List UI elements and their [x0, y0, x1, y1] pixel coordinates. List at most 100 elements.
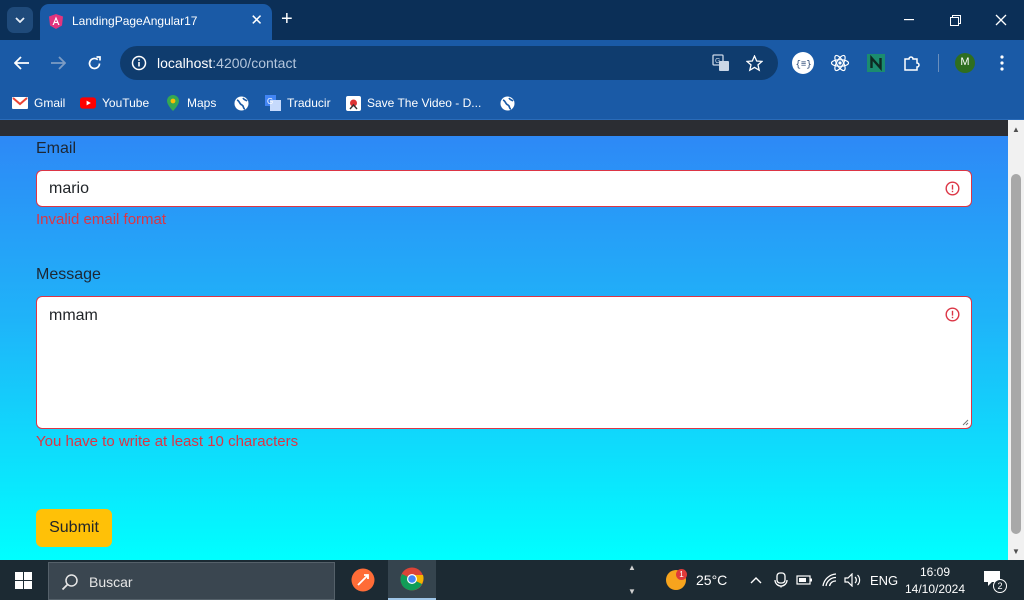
bookmark-label: Save The Video - D...	[367, 96, 482, 110]
bookmark-globe-2[interactable]	[499, 93, 521, 113]
email-field[interactable]: mario	[36, 170, 972, 207]
svg-text:{≡}: {≡}	[796, 60, 812, 70]
close-icon	[995, 14, 1007, 26]
page-viewport: Email mario Invalid email format Message…	[0, 120, 1008, 560]
react-devtools-extension-icon[interactable]	[828, 51, 852, 75]
windows-start-icon[interactable]	[15, 572, 32, 589]
chevron-up-icon	[750, 577, 762, 584]
globe-icon	[233, 95, 249, 111]
site-info-icon[interactable]	[129, 53, 149, 73]
search-icon	[61, 574, 78, 591]
taskbar-overflow-arrows[interactable]: ▲ ▼	[624, 560, 640, 600]
bookmark-label: Maps	[187, 96, 217, 110]
email-error: Invalid email format	[36, 211, 167, 228]
message-label: Message	[36, 266, 101, 283]
title-bar: LandingPageAngular17 ✕ +	[0, 0, 1024, 40]
url-text[interactable]: localhost:4200/contact	[157, 55, 296, 71]
weather-temp: 25°C	[696, 572, 728, 588]
resize-grip-icon[interactable]	[961, 418, 969, 426]
browser-toolbar: localhost:4200/contact G {≡} M	[0, 40, 1024, 86]
submit-button[interactable]: Submit	[36, 509, 112, 547]
tab-title: LandingPageAngular17	[72, 14, 198, 28]
clock-date: 14/10/2024	[904, 582, 966, 596]
message-error: You have to write at least 10 characters	[36, 433, 299, 450]
taskbar-search-box[interactable]: Buscar	[48, 562, 335, 600]
active-tab[interactable]: LandingPageAngular17 ✕	[40, 4, 272, 40]
tray-battery-icon[interactable]	[796, 560, 813, 600]
translate-icon: G	[265, 95, 281, 111]
tray-language[interactable]: ENG	[870, 560, 898, 600]
bookmark-maps[interactable]: Maps	[165, 93, 216, 113]
bookmark-star-icon[interactable]	[744, 53, 764, 73]
arrow-left-icon	[14, 56, 29, 70]
new-tab-button[interactable]: +	[281, 9, 293, 29]
scroll-thumb[interactable]	[1011, 174, 1021, 534]
browser-menu-icon[interactable]	[990, 51, 1014, 75]
svg-text:G: G	[715, 58, 720, 65]
restore-icon	[949, 14, 961, 26]
chrome-icon	[400, 567, 424, 591]
alert-circle-icon	[945, 307, 960, 322]
tab-search-button[interactable]	[7, 7, 33, 33]
bookmark-youtube[interactable]: YouTube	[80, 93, 149, 113]
scroll-down-arrow[interactable]: ▼	[1008, 544, 1024, 558]
alert-circle-icon	[945, 181, 960, 196]
forward-button[interactable]	[47, 52, 69, 74]
clock-time: 16:09	[919, 565, 951, 579]
notification-count: 2	[993, 579, 1007, 593]
close-window-button[interactable]	[986, 8, 1016, 32]
maps-icon	[165, 95, 181, 111]
profile-avatar[interactable]: M	[953, 51, 977, 75]
tray-overflow-button[interactable]	[750, 560, 762, 600]
taskbar-app-postman[interactable]	[339, 560, 387, 600]
translate-page-icon[interactable]: G	[711, 53, 731, 73]
gmail-icon	[12, 95, 28, 111]
url-path: :4200/contact	[212, 55, 297, 71]
bookmark-globe-1[interactable]	[233, 93, 255, 113]
bookmark-label: Gmail	[34, 96, 66, 110]
taskbar-clock[interactable]: 16:09 14/10/2024	[900, 564, 970, 598]
minimize-icon	[904, 19, 914, 21]
wifi-icon	[822, 573, 837, 587]
bookmark-traducir[interactable]: G Traducir	[265, 93, 331, 113]
message-textarea[interactable]: mmam	[36, 296, 972, 429]
angular-icon	[49, 14, 63, 29]
minimize-button[interactable]	[894, 8, 924, 32]
bookmark-gmail[interactable]: Gmail	[12, 93, 65, 113]
email-label: Email	[36, 140, 77, 157]
taskbar-app-chrome[interactable]	[388, 560, 436, 600]
chevron-up-icon: ▲	[628, 563, 636, 572]
tray-meet-icon[interactable]	[774, 560, 788, 600]
json-viewer-extension-icon[interactable]: {≡}	[791, 51, 815, 75]
windows-taskbar: Buscar ▲ ▼ 1 25°C ENG 16:09 14/10/2024 2	[0, 560, 1024, 600]
search-placeholder: Buscar	[89, 574, 133, 590]
close-tab-icon[interactable]: ✕	[250, 12, 263, 30]
back-button[interactable]	[11, 52, 33, 74]
restore-button[interactable]	[940, 8, 970, 32]
extensions-puzzle-icon[interactable]	[900, 51, 924, 75]
scroll-up-arrow[interactable]: ▲	[1008, 122, 1024, 136]
chevron-down-icon	[15, 17, 25, 23]
globe-icon	[499, 95, 515, 111]
tray-wifi-icon[interactable]	[822, 560, 838, 600]
weather-badge: 1	[676, 569, 687, 580]
profile-initial: M	[960, 56, 970, 68]
n-extension-icon[interactable]	[864, 51, 888, 75]
url-host: localhost	[157, 55, 213, 71]
camera-icon	[774, 572, 788, 588]
message-value: mmam	[49, 307, 98, 324]
notification-center-button[interactable]: 2	[983, 570, 1007, 593]
arrow-right-icon	[51, 56, 66, 70]
bookmark-save-the-video[interactable]: Save The Video - D...	[345, 93, 481, 113]
chevron-down-icon: ▼	[628, 587, 636, 596]
battery-icon	[796, 575, 812, 585]
weather-widget[interactable]: 1 25°C	[665, 560, 727, 600]
toolbar-separator	[938, 54, 939, 72]
email-value: mario	[49, 180, 90, 197]
svg-text:G: G	[267, 97, 273, 106]
page-scrollbar[interactable]: ▲ ▼	[1008, 120, 1024, 560]
address-bar[interactable]: localhost:4200/contact G	[120, 46, 778, 80]
reload-button[interactable]	[83, 52, 105, 74]
save-video-icon	[345, 95, 361, 111]
tray-volume-icon[interactable]	[844, 560, 862, 600]
